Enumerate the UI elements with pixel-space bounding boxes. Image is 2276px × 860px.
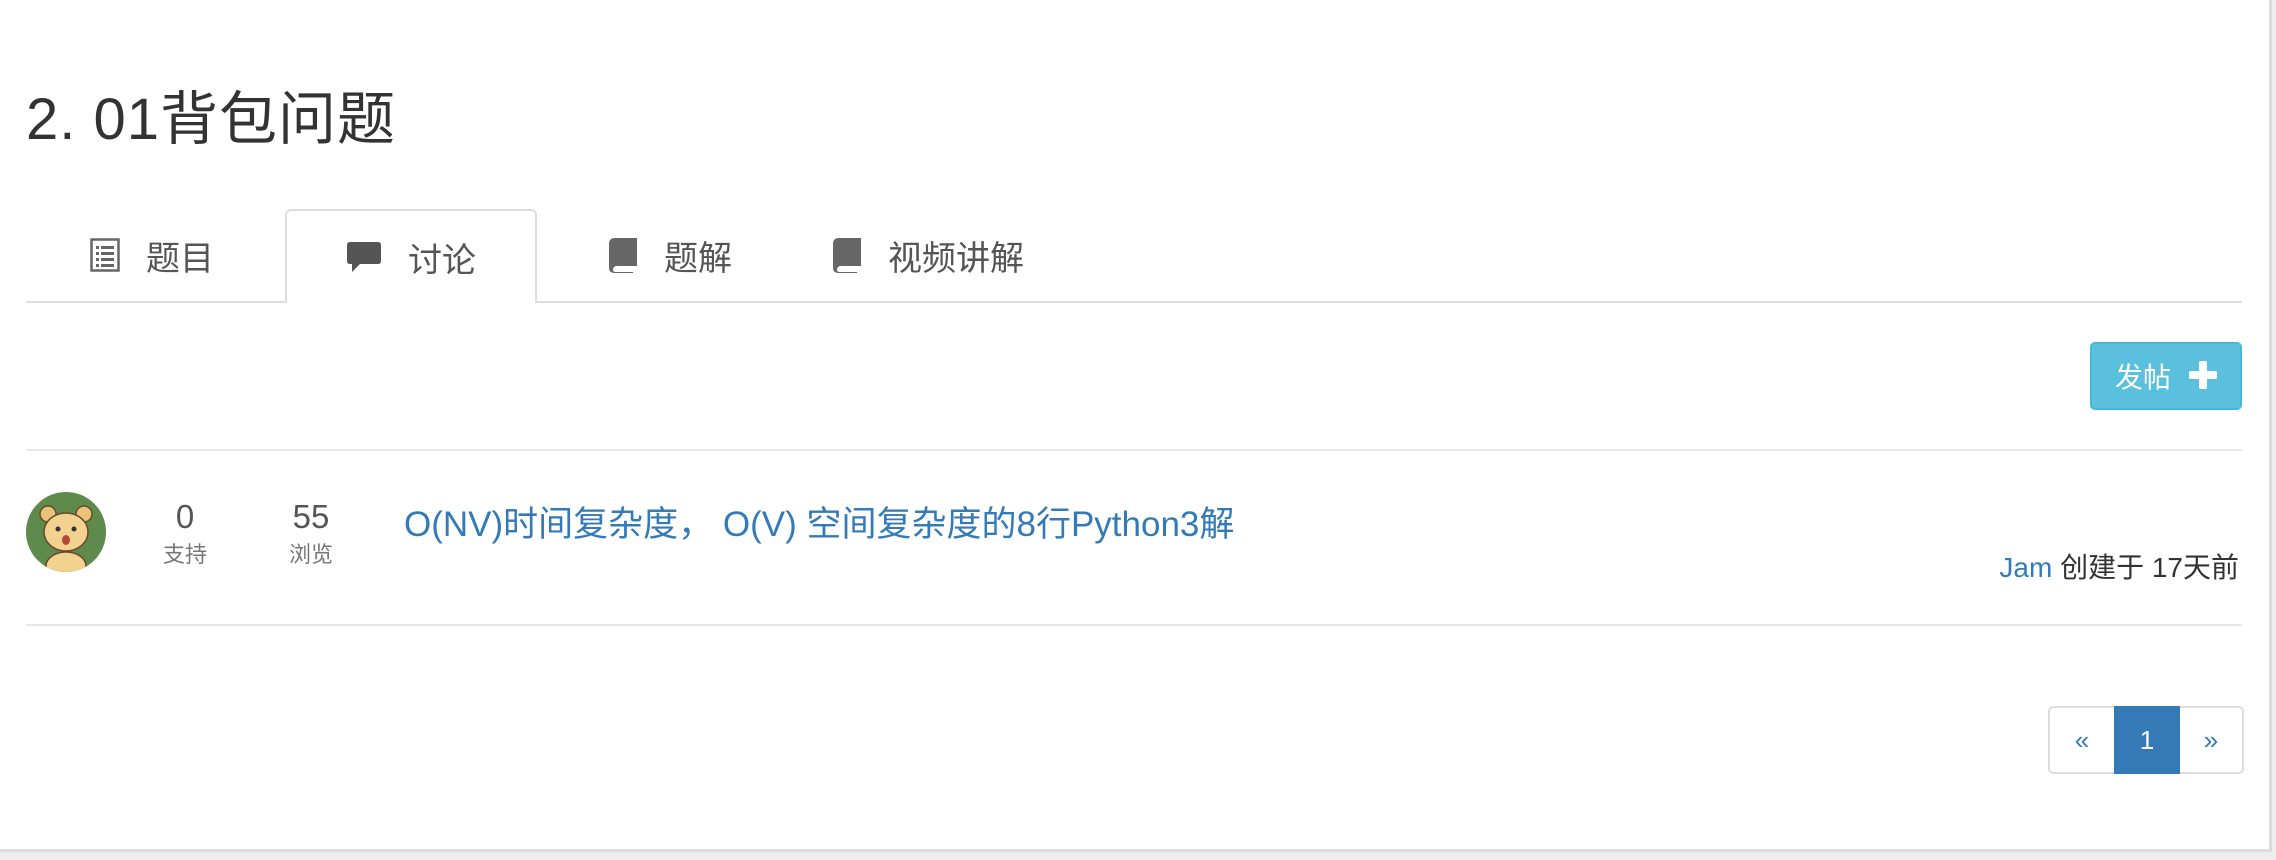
tab-solutions[interactable]: 题解: [544, 209, 796, 301]
book-icon: [832, 237, 862, 273]
comment-icon: [346, 240, 382, 274]
page-1-button[interactable]: 1: [2114, 706, 2180, 774]
views-label: 浏览: [288, 542, 333, 567]
new-post-button[interactable]: 发帖: [2090, 342, 2242, 410]
next-page-button[interactable]: »: [2180, 706, 2244, 774]
votes-count: 0: [175, 498, 195, 535]
votes-stat: 0 支持: [150, 498, 220, 570]
tab-label: 题目: [146, 239, 214, 278]
topic-title-link[interactable]: O(NV)时间复杂度， O(V) 空间复杂度的8行Python3解: [404, 496, 1234, 547]
views-stat: 55 浏览: [276, 498, 346, 570]
list-icon: [90, 238, 120, 272]
prev-page-button[interactable]: «: [2048, 706, 2114, 774]
pagination: « 1 »: [2048, 706, 2244, 774]
created-time: 创建于 17天前: [2060, 552, 2239, 583]
tab-bar: 题目 讨论 题解 视频讲解: [26, 209, 2242, 303]
tab-video[interactable]: 视频讲解: [802, 209, 1054, 301]
avatar[interactable]: [26, 492, 106, 572]
votes-label: 支持: [162, 542, 207, 567]
topic-meta: Jam 创建于 17天前: [1999, 546, 2239, 586]
divider: [26, 449, 2242, 451]
tab-label: 视频讲解: [888, 239, 1024, 278]
tab-label: 题解: [664, 239, 732, 278]
tab-discussion[interactable]: 讨论: [285, 209, 537, 303]
plus-icon: [2189, 356, 2217, 396]
author-link[interactable]: Jam: [1999, 552, 2052, 583]
new-post-label: 发帖: [2114, 362, 2171, 393]
tab-problem[interactable]: 题目: [26, 209, 278, 301]
views-count: 55: [292, 498, 330, 535]
page-title: 2. 01背包问题: [26, 87, 396, 152]
divider: [26, 624, 2242, 626]
page: 2. 01背包问题 题目 讨论 题解 视频讲解 发帖 0 支持 55 浏览 O(…: [0, 0, 2272, 852]
book-icon: [608, 237, 638, 273]
tab-label: 讨论: [408, 241, 476, 280]
